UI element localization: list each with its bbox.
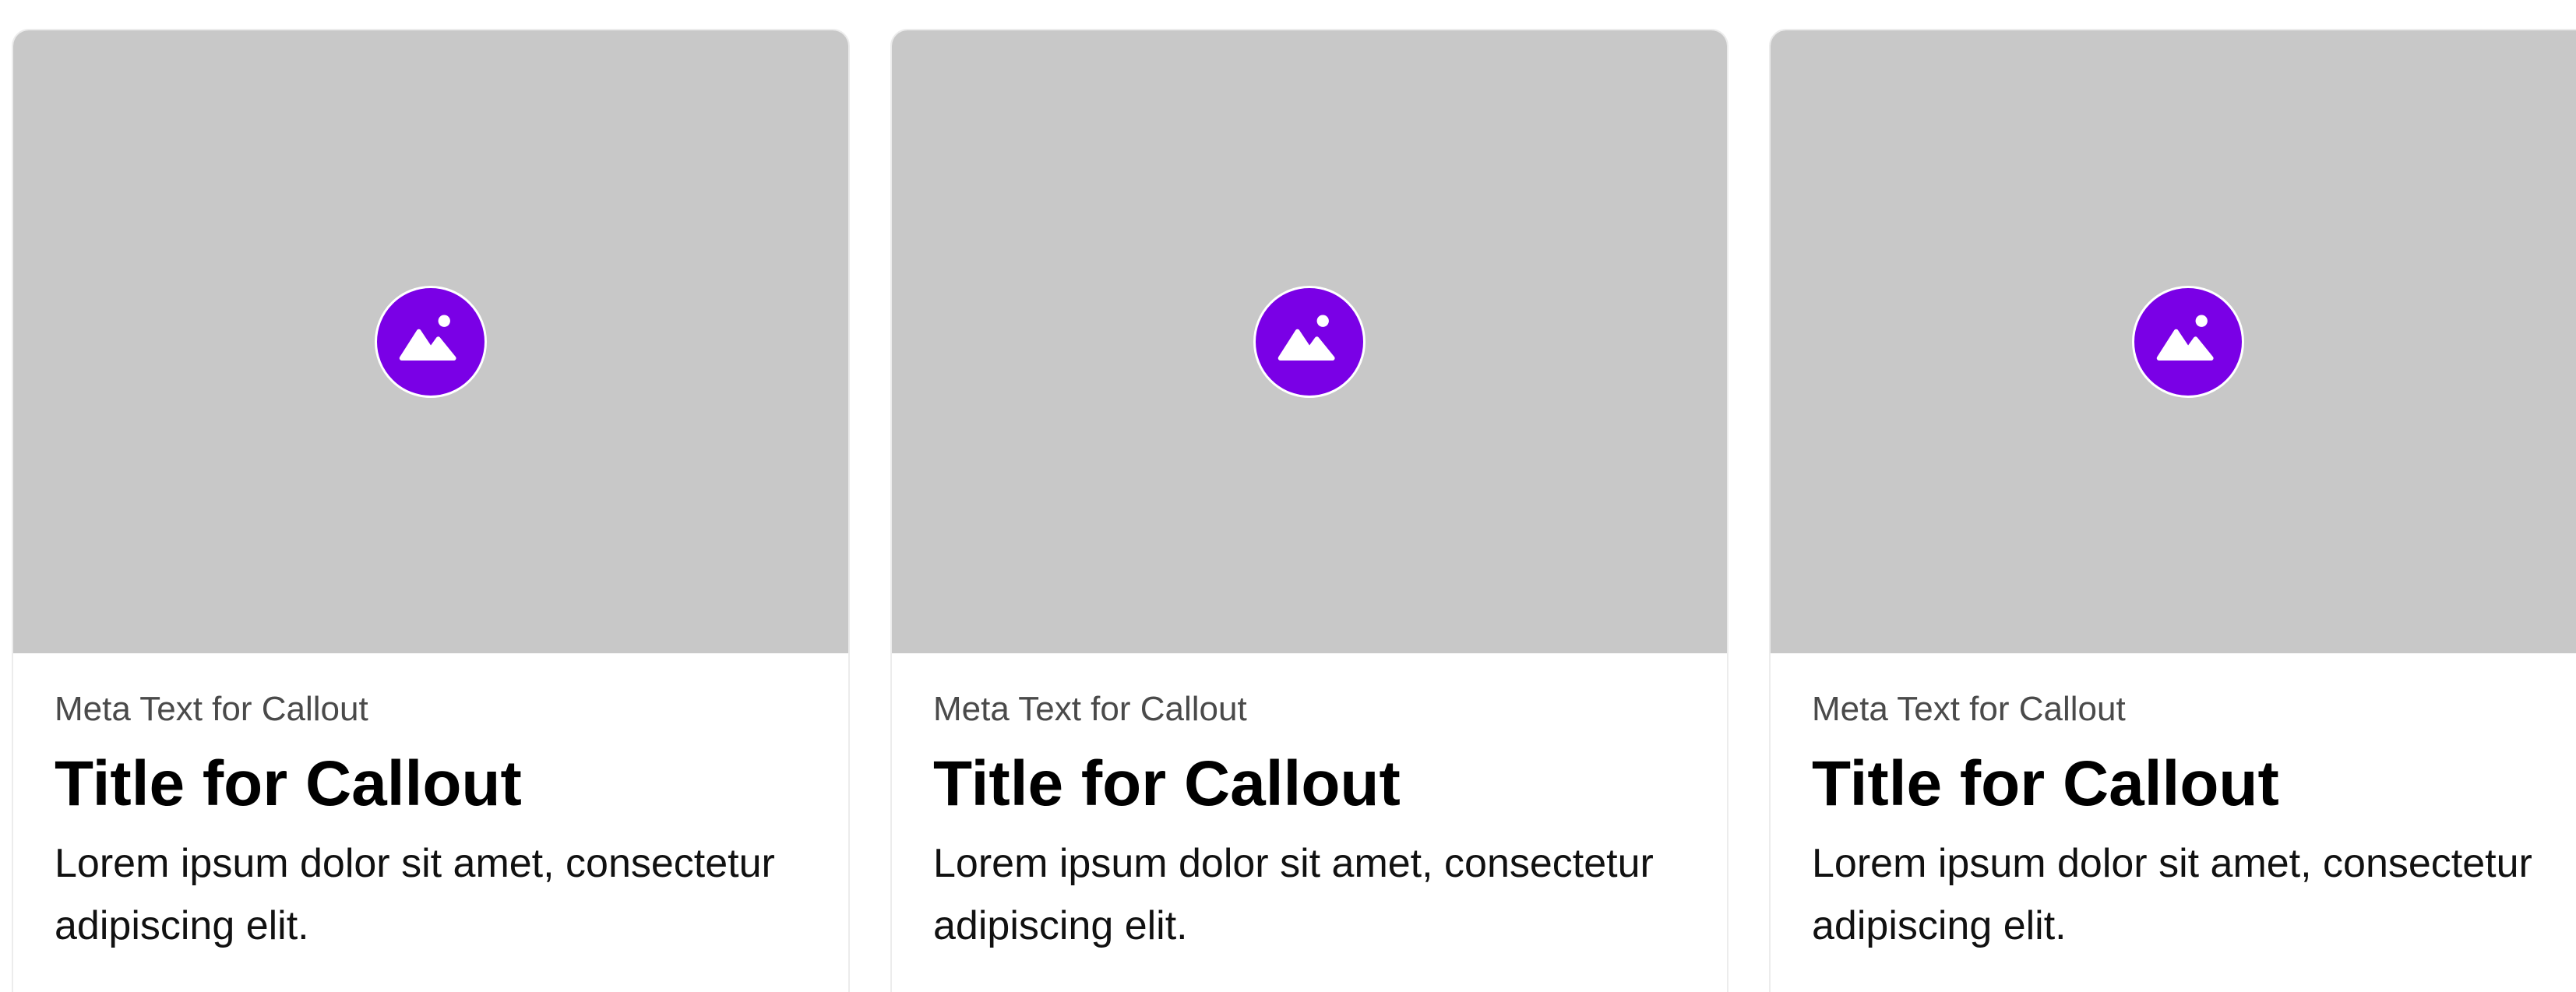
card-body: Meta Text for Callout Title for Callout …	[933, 689, 1696, 957]
card-image-placeholder	[1771, 30, 2576, 653]
card-meta-text: Meta Text for Callout	[55, 690, 368, 728]
image-icon	[2132, 286, 2244, 398]
card-image-placeholder	[13, 30, 848, 653]
card-body: Meta Text for Callout Title for Callout …	[55, 689, 817, 957]
callout-card[interactable]: Meta Text for Callout Title for Callout …	[1769, 29, 2576, 992]
image-icon	[1253, 286, 1366, 398]
card-title: Title for Callout	[933, 748, 1401, 819]
card-description: Lorem ipsum dolor sit amet, consectetur …	[1812, 841, 2532, 948]
card-image-placeholder	[892, 30, 1727, 653]
callout-card[interactable]: Meta Text for Callout Title for Callout …	[890, 29, 1728, 992]
callout-card[interactable]: Meta Text for Callout Title for Callout …	[12, 29, 850, 992]
callout-card-grid: Meta Text for Callout Title for Callout …	[0, 0, 2576, 992]
card-description: Lorem ipsum dolor sit amet, consectetur …	[933, 841, 1654, 948]
card-body: Meta Text for Callout Title for Callout …	[1812, 689, 2574, 957]
image-icon	[375, 286, 487, 398]
card-title: Title for Callout	[55, 748, 522, 819]
card-title: Title for Callout	[1812, 748, 2279, 819]
card-meta-text: Meta Text for Callout	[1812, 690, 2126, 728]
card-meta-text: Meta Text for Callout	[933, 690, 1247, 728]
card-description: Lorem ipsum dolor sit amet, consectetur …	[55, 841, 775, 948]
